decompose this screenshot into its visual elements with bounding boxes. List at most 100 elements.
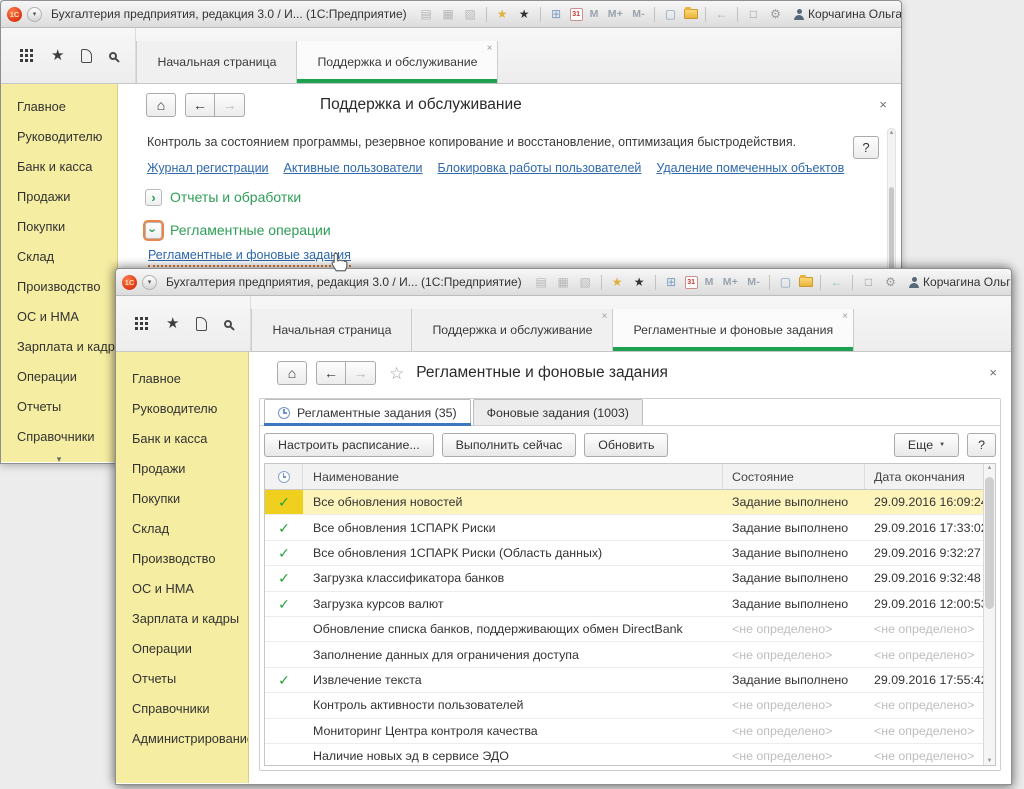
- memory-m-button[interactable]: M: [588, 8, 601, 20]
- section-toggle-button[interactable]: [145, 189, 162, 206]
- column-name[interactable]: Наименование: [303, 464, 723, 489]
- sidebar-item[interactable]: Зарплата и кадры: [1, 332, 117, 362]
- sidebar-item[interactable]: Отчеты: [116, 664, 248, 694]
- sidebar-item[interactable]: Администрирование: [116, 724, 248, 754]
- column-date[interactable]: Дата окончания: [865, 464, 983, 489]
- help-button[interactable]: ?: [853, 136, 879, 159]
- sections-menu-icon[interactable]: [20, 49, 23, 52]
- back-history-icon[interactable]: ←: [828, 276, 845, 288]
- favorite-star-button[interactable]: ☆: [389, 365, 404, 382]
- history-icon[interactable]: [196, 317, 207, 331]
- window-tab[interactable]: Начальная страница: [251, 309, 412, 351]
- close-page-button[interactable]: ×: [879, 97, 887, 112]
- sidebar-item[interactable]: Справочники: [116, 694, 248, 724]
- open-file-icon[interactable]: [799, 277, 813, 287]
- home-button[interactable]: ⌂: [277, 361, 307, 385]
- sidebar-item[interactable]: Производство: [116, 544, 248, 574]
- scroll-thumb[interactable]: [985, 477, 994, 609]
- calendar-icon[interactable]: 31: [570, 8, 583, 21]
- sidebar-item[interactable]: Покупки: [116, 484, 248, 514]
- print-preview-icon[interactable]: ▧: [462, 8, 479, 20]
- sidebar-item[interactable]: Главное: [1, 92, 117, 122]
- section-header[interactable]: Регламентные операции: [145, 221, 331, 239]
- new-document-icon[interactable]: ▢: [777, 276, 794, 288]
- calculator-icon[interactable]: ⊞: [548, 8, 565, 20]
- support-link[interactable]: Журнал регистрации: [147, 161, 269, 175]
- job-row[interactable]: Извлечение текста Задание выполнено 29.0…: [265, 668, 983, 693]
- support-link[interactable]: Удаление помеченных объектов: [656, 161, 844, 175]
- back-history-icon[interactable]: ←: [713, 8, 730, 20]
- memory-mplus-button[interactable]: M+: [606, 8, 625, 20]
- sidebar-item[interactable]: Покупки: [1, 212, 117, 242]
- sidebar-item[interactable]: Продажи: [116, 454, 248, 484]
- memory-mminus-button[interactable]: M-: [745, 276, 762, 288]
- table-scrollbar[interactable]: [983, 464, 995, 765]
- new-document-icon[interactable]: ▢: [662, 8, 679, 20]
- print-icon[interactable]: ▦: [555, 276, 572, 288]
- window-tab[interactable]: Поддержка и обслуживание: [297, 41, 498, 83]
- search-icon[interactable]: [224, 320, 232, 328]
- job-row[interactable]: Все обновления 1СПАРК Риски (Область дан…: [265, 541, 983, 566]
- job-row[interactable]: Все обновления новостей Задание выполнен…: [265, 490, 983, 515]
- support-link[interactable]: Активные пользователи: [284, 161, 423, 175]
- sidebar-item[interactable]: Операции: [116, 634, 248, 664]
- memory-mminus-button[interactable]: M-: [630, 8, 647, 20]
- sidebar-item[interactable]: Справочники: [1, 422, 117, 452]
- system-menu-button[interactable]: ▾: [27, 7, 42, 22]
- sidebar-item[interactable]: Банк и касса: [116, 424, 248, 454]
- calendar-icon[interactable]: 31: [685, 276, 698, 289]
- print-icon[interactable]: ▦: [440, 8, 457, 20]
- jobs-tab[interactable]: Регламентные задания (35): [264, 399, 471, 425]
- sidebar-item[interactable]: ОС и НМА: [116, 574, 248, 604]
- jobs-tab[interactable]: Фоновые задания (1003): [473, 399, 643, 425]
- section-header[interactable]: Отчеты и обработки: [145, 188, 331, 206]
- sidebar-item[interactable]: Склад: [116, 514, 248, 544]
- tab-close-icon[interactable]: [842, 312, 848, 322]
- scroll-up-icon[interactable]: [888, 130, 895, 136]
- scroll-down-icon[interactable]: [984, 758, 995, 764]
- sidebar-item[interactable]: Склад: [1, 242, 117, 272]
- split-view-icon[interactable]: □: [745, 8, 762, 20]
- memory-m-button[interactable]: M: [703, 276, 716, 288]
- toolbar-button[interactable]: Обновить: [584, 433, 668, 457]
- add-favorite-icon[interactable]: ★: [609, 276, 626, 288]
- home-button[interactable]: ⌂: [146, 93, 176, 117]
- sidebar-item[interactable]: Руководителю: [116, 394, 248, 424]
- favorites-panel-icon[interactable]: ★: [166, 316, 179, 331]
- service-wrench-icon[interactable]: ⚙: [767, 8, 784, 20]
- sidebar-item[interactable]: Руководителю: [1, 122, 117, 152]
- open-file-icon[interactable]: [684, 9, 698, 19]
- favorites-icon[interactable]: ★: [631, 276, 648, 288]
- sidebar-item[interactable]: Зарплата и кадры: [116, 604, 248, 634]
- scroll-up-icon[interactable]: [984, 465, 995, 471]
- sidebar-item[interactable]: Продажи: [1, 182, 117, 212]
- window-tab[interactable]: Поддержка и обслуживание: [412, 309, 613, 351]
- sections-menu-icon[interactable]: [135, 317, 138, 320]
- tab-close-icon[interactable]: [602, 312, 608, 322]
- support-link[interactable]: Блокировка работы пользователей: [438, 161, 642, 175]
- toolbar-button[interactable]: Настроить расписание...: [264, 433, 434, 457]
- job-row[interactable]: Все обновления 1СПАРК Риски Задание выпо…: [265, 515, 983, 540]
- job-row[interactable]: Мониторинг Центра контроля качества <не …: [265, 719, 983, 744]
- sidebar-item[interactable]: ОС и НМА: [1, 302, 117, 332]
- favorites-panel-icon[interactable]: ★: [51, 48, 64, 63]
- toolbar-button[interactable]: Выполнить сейчас: [442, 433, 577, 457]
- print-preview-icon[interactable]: ▧: [577, 276, 594, 288]
- job-row[interactable]: Загрузка классификатора банков Задание в…: [265, 566, 983, 591]
- more-button[interactable]: Еще: [894, 433, 959, 457]
- split-view-icon[interactable]: □: [860, 276, 877, 288]
- scheduled-jobs-link[interactable]: Регламентные и фоновые задания: [148, 248, 351, 267]
- favorites-icon[interactable]: ★: [516, 8, 533, 20]
- sidebar-item[interactable]: Производство: [1, 272, 117, 302]
- section-toggle-button[interactable]: [145, 222, 162, 239]
- forward-button[interactable]: →: [215, 93, 245, 117]
- forward-button[interactable]: →: [346, 361, 376, 385]
- sidebar-item[interactable]: Отчеты: [1, 392, 117, 422]
- back-button[interactable]: ←: [316, 361, 346, 385]
- sidebar-item[interactable]: Операции: [1, 362, 117, 392]
- service-wrench-icon[interactable]: ⚙: [882, 276, 899, 288]
- help-button[interactable]: ?: [967, 433, 996, 457]
- sidebar-item[interactable]: Главное: [116, 364, 248, 394]
- window-tab[interactable]: Регламентные и фоновые задания: [613, 309, 854, 351]
- search-icon[interactable]: [109, 52, 117, 60]
